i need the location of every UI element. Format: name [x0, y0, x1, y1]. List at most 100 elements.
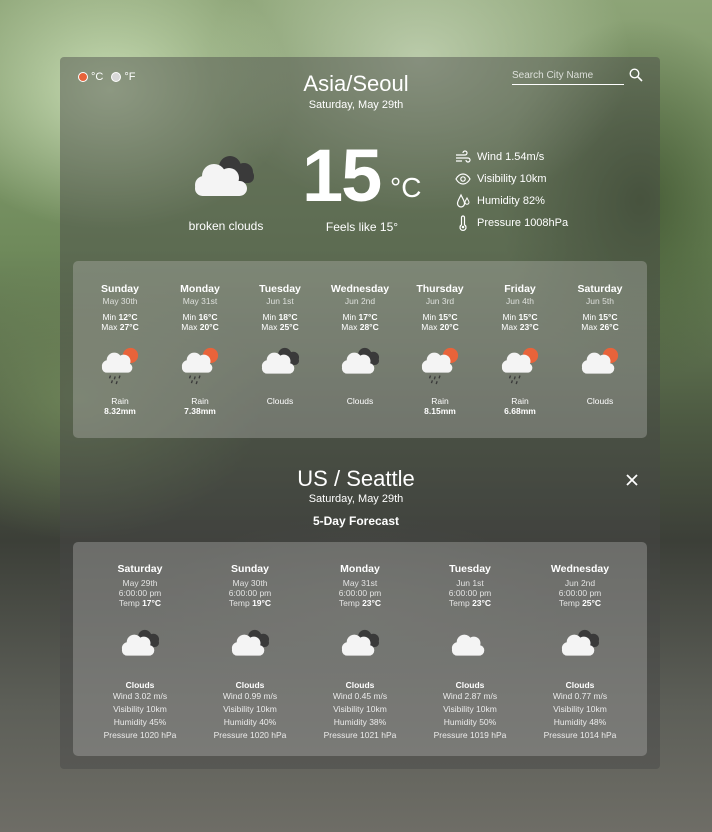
min-temp: 12°C — [118, 312, 138, 322]
pressure-value: Pressure 1008hPa — [477, 217, 569, 229]
seattle-city-title: US / Seattle — [297, 466, 415, 491]
forecast-wind: Wind 2.87 m/s — [442, 691, 498, 701]
min-label: Min — [262, 312, 277, 322]
temp-label: Temp — [338, 598, 360, 608]
forecast-visibility: Visibility 10km — [333, 704, 387, 714]
forecast-temp: 23°C — [362, 598, 382, 608]
cloud-dark-icon — [121, 629, 160, 656]
wind-icon — [456, 150, 471, 163]
cloud-dark-icon — [261, 347, 300, 374]
forecast-condition: Clouds — [235, 680, 265, 690]
max-label: Max — [501, 322, 518, 332]
forecast-day-name: Saturday — [117, 563, 163, 575]
cloud-dark-icon — [341, 629, 380, 656]
forecast-temp: 19°C — [252, 598, 272, 608]
day-date: Jun 1st — [266, 296, 294, 306]
forecast-day-tuesday: Tuesday Jun 1st 6:00:00 pm Temp 23°C Clouds W… — [415, 542, 525, 742]
forecast-condition: Clouds — [125, 680, 155, 690]
max-temp: 25°C — [279, 322, 299, 332]
cloud-dark-icon — [341, 347, 380, 374]
visibility-row: Visibility 10km — [455, 168, 568, 190]
forecast-time: 6:00:00 pm — [558, 588, 602, 598]
max-temp: 28°C — [359, 322, 379, 332]
forecast-day-saturday: Saturday May 29th 6:00:00 pm Temp 17°C Cloud… — [85, 542, 195, 742]
day-name: Friday — [504, 283, 536, 295]
rain-amount: 8.15mm — [424, 406, 456, 416]
forecast-date: May 31st — [342, 578, 378, 588]
day-name: Sunday — [101, 283, 139, 295]
humidity-icon — [456, 193, 470, 208]
humidity-value: Humidity 82% — [477, 195, 545, 207]
min-label: Min — [182, 312, 197, 322]
forecast-wind: Wind 3.02 m/s — [112, 691, 168, 701]
temp-label: Temp — [118, 598, 140, 608]
forecast-date: Jun 2nd — [564, 578, 596, 588]
max-label: Max — [261, 322, 278, 332]
wind-row: Wind 1.54m/s — [455, 146, 568, 168]
five-day-forecast-card: Saturday May 29th 6:00:00 pm Temp 17°C Cloud… — [73, 542, 647, 756]
rain-sun-icon — [501, 347, 539, 385]
min-temp: 16°C — [198, 312, 218, 322]
cloud-sun-icon — [581, 347, 619, 374]
forecast-day-monday: Monday May 31st 6:00:00 pm Temp 23°C Clouds W… — [305, 542, 415, 742]
max-label: Max — [181, 322, 198, 332]
rain-sun-icon — [421, 347, 459, 385]
min-max: Min 15°C Max 26°C — [560, 312, 640, 332]
max-label: Max — [421, 322, 438, 332]
current-date: Saturday, May 29th — [308, 99, 404, 111]
cloud-dark-icon — [195, 156, 254, 196]
min-label: Min — [102, 312, 117, 322]
forecast-day-name: Monday — [340, 563, 380, 575]
max-temp: 20°C — [439, 322, 459, 332]
max-label: Max — [581, 322, 598, 332]
rain-amount: 7.38mm — [184, 406, 216, 416]
pressure-row: Pressure 1008hPa — [455, 212, 568, 234]
temp-label: Temp — [448, 598, 470, 608]
max-temp: 20°C — [199, 322, 219, 332]
cloud-icon — [451, 634, 485, 656]
min-max: Min 17°C Max 28°C — [320, 312, 400, 332]
day-date: May 31st — [182, 296, 218, 306]
min-label: Min — [502, 312, 517, 322]
day-column-friday: Friday Jun 4th Min 15°C Max 23°C Rain 6.68mm — [480, 261, 560, 416]
forecast-day-name: Wednesday — [550, 563, 610, 575]
day-name: Monday — [180, 283, 220, 295]
day-date: Jun 3rd — [425, 296, 455, 306]
temp-label: Temp — [228, 598, 250, 608]
day-condition: Clouds — [586, 396, 614, 406]
day-condition: Clouds — [346, 396, 374, 406]
max-temp: 23°C — [519, 322, 539, 332]
humidity-row: Humidity 82% — [455, 190, 568, 212]
min-max: Min 16°C Max 20°C — [160, 312, 240, 332]
close-icon[interactable] — [624, 472, 640, 488]
forecast-date: May 30th — [232, 578, 268, 588]
day-condition: Rain — [431, 396, 449, 406]
temp-label: Temp — [558, 598, 580, 608]
feels-like: Feels like 15° — [325, 220, 399, 234]
forecast-pressure: Pressure 1021 hPa — [323, 730, 397, 740]
forecast-time: 6:00:00 pm — [338, 588, 382, 598]
min-temp: 17°C — [358, 312, 378, 322]
current-city-title: Asia/Seoul — [303, 71, 409, 96]
day-column-thursday: Thursday Jun 3rd Min 15°C Max 20°C Rain 8.15m… — [400, 261, 480, 416]
day-date: Jun 2nd — [344, 296, 376, 306]
forecast-condition: Clouds — [455, 680, 485, 690]
forecast-day-name: Tuesday — [449, 563, 491, 575]
min-temp: 18°C — [278, 312, 298, 322]
wind-value: Wind 1.54m/s — [477, 151, 545, 163]
forecast-date: May 29th — [122, 578, 158, 588]
day-condition: Rain — [191, 396, 209, 406]
forecast-title: 5-Day Forecast — [312, 514, 400, 528]
forecast-pressure: Pressure 1019 hPa — [433, 730, 507, 740]
forecast-temp: 17°C — [142, 598, 162, 608]
eye-icon — [455, 173, 471, 185]
forecast-day-sunday: Sunday May 30th 6:00:00 pm Temp 19°C Clouds W… — [195, 542, 305, 742]
max-label: Max — [341, 322, 358, 332]
min-temp: 15°C — [518, 312, 538, 322]
day-name: Saturday — [577, 283, 623, 295]
forecast-visibility: Visibility 10km — [223, 704, 277, 714]
thermometer-icon — [459, 215, 467, 231]
rain-sun-icon — [101, 347, 139, 385]
cloud-dark-icon — [561, 629, 600, 656]
forecast-humidity: Humidity 50% — [443, 717, 497, 727]
